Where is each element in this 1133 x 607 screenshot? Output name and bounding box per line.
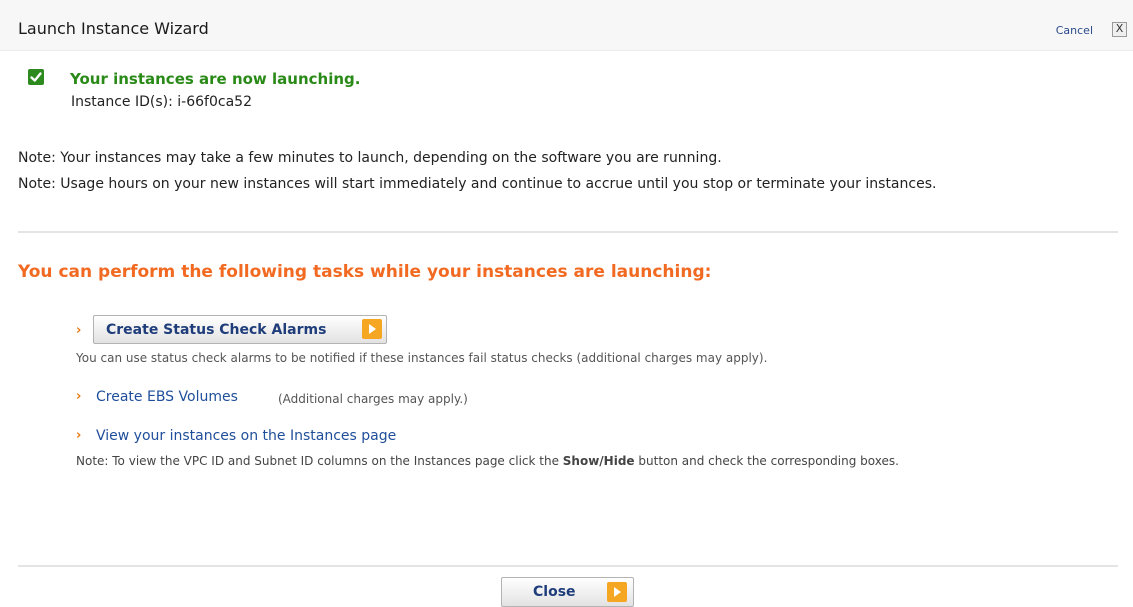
instance-id-text: Instance ID(s): i-66f0ca52 — [71, 94, 252, 110]
create-status-check-alarms-button[interactable]: Create Status Check Alarms — [93, 315, 387, 344]
cancel-link[interactable]: Cancel — [1056, 24, 1093, 37]
launch-status-message: Your instances are now launching. — [70, 70, 361, 88]
tasks-heading: You can perform the following tasks whil… — [18, 262, 712, 282]
chevron-right-icon: › — [76, 389, 82, 404]
chevron-right-icon: › — [76, 428, 82, 443]
alarms-description: You can use status check alarms to be no… — [76, 351, 768, 365]
show-hide-term: Show/Hide — [562, 454, 635, 468]
play-arrow-icon — [607, 582, 627, 602]
close-x-icon[interactable]: X — [1112, 22, 1127, 37]
note-text-end: button and check the corresponding boxes… — [634, 454, 899, 468]
divider-bottom — [18, 565, 1118, 567]
create-ebs-volumes-link[interactable]: Create EBS Volumes — [96, 389, 238, 405]
note-launch-time: Note: Your instances may take a few minu… — [18, 150, 722, 166]
divider-top — [18, 231, 1118, 233]
alarms-button-label: Create Status Check Alarms — [106, 321, 327, 338]
instances-page-note: Note: To view the VPC ID and Subnet ID c… — [76, 453, 1086, 469]
wizard-title: Launch Instance Wizard — [18, 19, 209, 38]
success-check-icon — [28, 69, 44, 85]
note-usage-hours: Note: Usage hours on your new instances … — [18, 176, 937, 192]
close-button[interactable]: Close — [501, 577, 634, 607]
chevron-right-icon: › — [76, 323, 82, 338]
play-arrow-icon — [362, 319, 382, 339]
view-instances-link[interactable]: View your instances on the Instances pag… — [96, 428, 396, 444]
close-button-label: Close — [533, 584, 576, 600]
ebs-charges-note: (Additional charges may apply.) — [278, 392, 468, 406]
wizard-titlebar: Launch Instance Wizard Cancel X — [0, 0, 1133, 51]
note-text-start: Note: To view the VPC ID and Subnet ID c… — [76, 454, 563, 468]
